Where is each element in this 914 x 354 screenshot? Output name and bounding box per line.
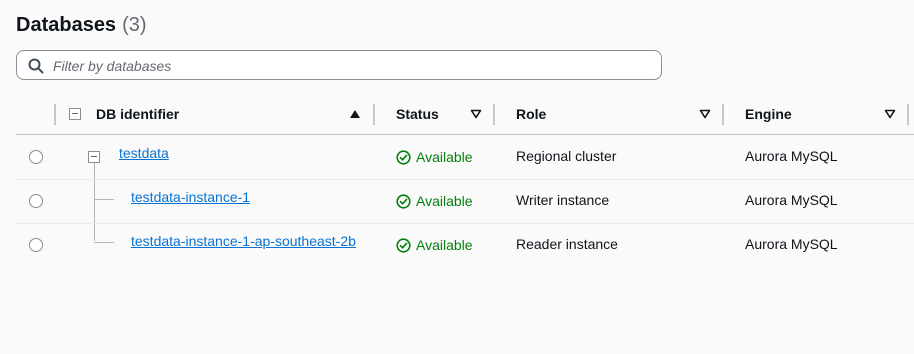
column-divider[interactable] <box>373 104 375 125</box>
table-row[interactable]: testdata-instance-1 Available Writer ins… <box>16 179 914 224</box>
page-title-text: Databases <box>16 14 117 36</box>
search-input[interactable] <box>53 56 653 76</box>
role-cell: Regional cluster <box>516 148 617 164</box>
search-icon <box>28 58 44 74</box>
engine-cell: Aurora MySQL <box>745 148 838 164</box>
database-count: (3) <box>122 14 147 36</box>
sort-caret-icon[interactable] <box>699 108 711 120</box>
databases-page: Databases(3) DB identifier Status Role E… <box>0 0 914 354</box>
status-text: Available <box>416 149 473 165</box>
row-select-radio[interactable] <box>29 238 43 252</box>
status-success-icon <box>396 193 411 209</box>
status-success-icon <box>396 149 411 165</box>
search-field[interactable] <box>16 50 662 80</box>
column-header-role[interactable]: Role <box>516 94 546 134</box>
engine-cell: Aurora MySQL <box>745 236 838 252</box>
table-header: DB identifier Status Role Engine <box>16 94 914 135</box>
sort-caret-icon[interactable] <box>884 108 896 120</box>
role-cell: Writer instance <box>516 192 610 208</box>
db-identifier-link[interactable]: testdata-instance-1-ap-southeast-2b <box>131 233 356 249</box>
column-divider[interactable] <box>907 104 909 125</box>
status-badge: Available <box>396 236 473 254</box>
row-select-radio[interactable] <box>29 194 43 208</box>
db-identifier-link[interactable]: testdata <box>119 145 169 161</box>
role-cell: Reader instance <box>516 236 618 252</box>
page-title: Databases (3) <box>16 14 147 37</box>
status-badge: Available <box>396 148 473 166</box>
row-select-radio[interactable] <box>29 150 43 164</box>
column-header-db-identifier[interactable]: DB identifier <box>96 94 179 134</box>
status-text: Available <box>416 193 473 209</box>
column-header-status[interactable]: Status <box>396 94 439 134</box>
status-badge: Available <box>396 192 473 210</box>
engine-cell: Aurora MySQL <box>745 192 838 208</box>
status-text: Available <box>416 237 473 253</box>
collapse-icon[interactable] <box>88 151 100 163</box>
column-divider[interactable] <box>493 104 495 125</box>
table-row[interactable]: testdata-instance-1-ap-southeast-2b Avai… <box>16 223 914 267</box>
sort-ascending-icon[interactable] <box>349 108 361 120</box>
db-identifier-link[interactable]: testdata-instance-1 <box>131 189 250 205</box>
table-row[interactable]: testdata Available Regional cluster Auro… <box>16 135 914 180</box>
status-success-icon <box>396 237 411 253</box>
column-divider <box>54 104 56 125</box>
sort-caret-icon[interactable] <box>470 108 482 120</box>
column-divider[interactable] <box>722 104 724 125</box>
collapse-all-icon[interactable] <box>69 108 81 120</box>
column-header-engine[interactable]: Engine <box>745 94 792 134</box>
